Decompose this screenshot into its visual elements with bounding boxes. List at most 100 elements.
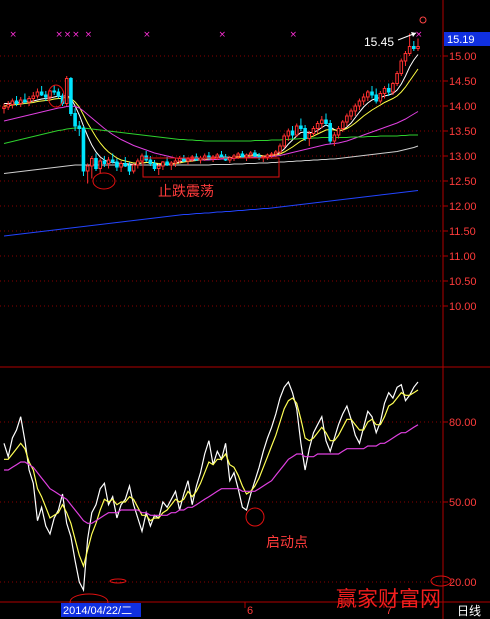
candlestick[interactable] [90, 156, 94, 179]
candlestick[interactable] [399, 58, 404, 77]
candlestick[interactable] [412, 41, 416, 51]
candlestick[interactable] [115, 158, 119, 172]
candlestick[interactable] [131, 163, 136, 174]
candlestick[interactable] [207, 152, 211, 160]
price-tick-label: 14.00 [449, 101, 477, 113]
candlestick[interactable] [403, 51, 408, 66]
candle-body [18, 99, 23, 104]
candlestick[interactable] [106, 157, 111, 169]
candle-body [357, 100, 362, 107]
candle-body [374, 94, 378, 102]
top-marker [419, 16, 427, 24]
candlestick[interactable] [303, 125, 307, 141]
signal-mark: × [72, 30, 80, 40]
price-tick-label: 12.50 [449, 176, 477, 188]
candlestick[interactable] [44, 91, 48, 101]
candle-body [399, 60, 404, 74]
candlestick[interactable] [307, 131, 312, 146]
candlestick[interactable] [395, 71, 399, 86]
candle-body [182, 158, 186, 162]
candlestick[interactable] [374, 88, 378, 104]
candle-body [315, 123, 320, 129]
candlestick[interactable] [294, 123, 299, 138]
small-oval [109, 578, 127, 584]
candlestick[interactable] [269, 152, 274, 158]
candlestick[interactable] [52, 85, 56, 95]
candlestick[interactable] [378, 91, 383, 104]
candlestick[interactable] [282, 133, 286, 149]
candle-body [69, 78, 73, 114]
candlestick[interactable] [370, 86, 374, 99]
candle-body [265, 154, 270, 158]
candlestick[interactable] [407, 33, 412, 57]
candle-body [161, 161, 165, 167]
candle-body [240, 153, 245, 158]
candlestick[interactable] [27, 96, 31, 106]
candlestick[interactable] [56, 88, 61, 99]
candlestick[interactable] [23, 93, 27, 104]
candlestick[interactable] [69, 77, 73, 116]
candlestick[interactable] [136, 158, 140, 169]
candlestick[interactable] [81, 126, 86, 176]
candlestick[interactable] [64, 76, 69, 106]
candlestick[interactable] [253, 150, 257, 157]
candle-body [278, 145, 282, 153]
candlestick[interactable] [173, 158, 178, 168]
candlestick[interactable] [361, 93, 366, 106]
candlestick[interactable] [10, 98, 15, 109]
candlestick[interactable] [169, 161, 174, 170]
candlestick[interactable] [315, 121, 320, 134]
candlestick[interactable] [416, 38, 420, 52]
candlestick[interactable] [353, 103, 358, 117]
candlestick[interactable] [324, 113, 328, 127]
candlestick[interactable] [311, 126, 316, 136]
candlestick[interactable] [110, 153, 115, 164]
candlestick[interactable] [257, 153, 261, 160]
candlestick[interactable] [2, 103, 6, 114]
candlestick[interactable] [328, 120, 332, 144]
candle-body [340, 121, 345, 129]
current-price-value: 15.19 [447, 34, 475, 46]
candlestick[interactable] [198, 156, 203, 164]
candlestick[interactable] [123, 157, 128, 167]
candlestick[interactable] [98, 158, 102, 174]
candle-body [77, 125, 82, 129]
indicator-lines [3, 380, 419, 593]
candlestick[interactable] [219, 151, 224, 159]
candle-body [282, 135, 286, 147]
candlestick[interactable] [366, 90, 370, 101]
candlestick[interactable] [144, 151, 148, 162]
candle-body [64, 78, 69, 104]
indicator-line-2 [4, 424, 419, 524]
candlestick[interactable] [349, 108, 353, 121]
candlestick[interactable] [161, 161, 165, 170]
candle-body [52, 90, 56, 93]
candle-body [345, 115, 349, 123]
candlestick[interactable] [240, 151, 245, 158]
candlestick[interactable] [290, 126, 295, 139]
candle-body [236, 153, 240, 157]
candlestick[interactable] [357, 98, 362, 111]
candlestick[interactable] [336, 126, 341, 139]
candlestick[interactable] [6, 101, 10, 110]
candlestick[interactable] [119, 161, 123, 172]
candle-body [35, 91, 40, 97]
period-label[interactable]: 日线 [457, 604, 481, 618]
candlestick[interactable] [194, 153, 199, 162]
candlestick[interactable] [152, 160, 157, 171]
candlestick[interactable] [345, 113, 349, 127]
candlestick[interactable] [35, 88, 40, 99]
signal-markers: × × × × × × × × × [9, 30, 422, 40]
stock-chart[interactable]: 15.00 14.50 14.00 13.50 13.00 12.50 12.00 11.50… [0, 0, 490, 619]
candlestick[interactable] [39, 86, 44, 96]
candle-body [353, 105, 358, 112]
candlestick[interactable] [386, 83, 391, 97]
candlestick[interactable] [278, 143, 282, 155]
candle-body [219, 154, 224, 158]
candlestick[interactable] [244, 153, 249, 162]
price-tick-label: 10.50 [449, 276, 477, 288]
candlestick[interactable] [77, 121, 82, 136]
candlestick[interactable] [299, 118, 303, 132]
candlestick[interactable] [18, 97, 23, 107]
candlestick[interactable] [265, 153, 270, 161]
